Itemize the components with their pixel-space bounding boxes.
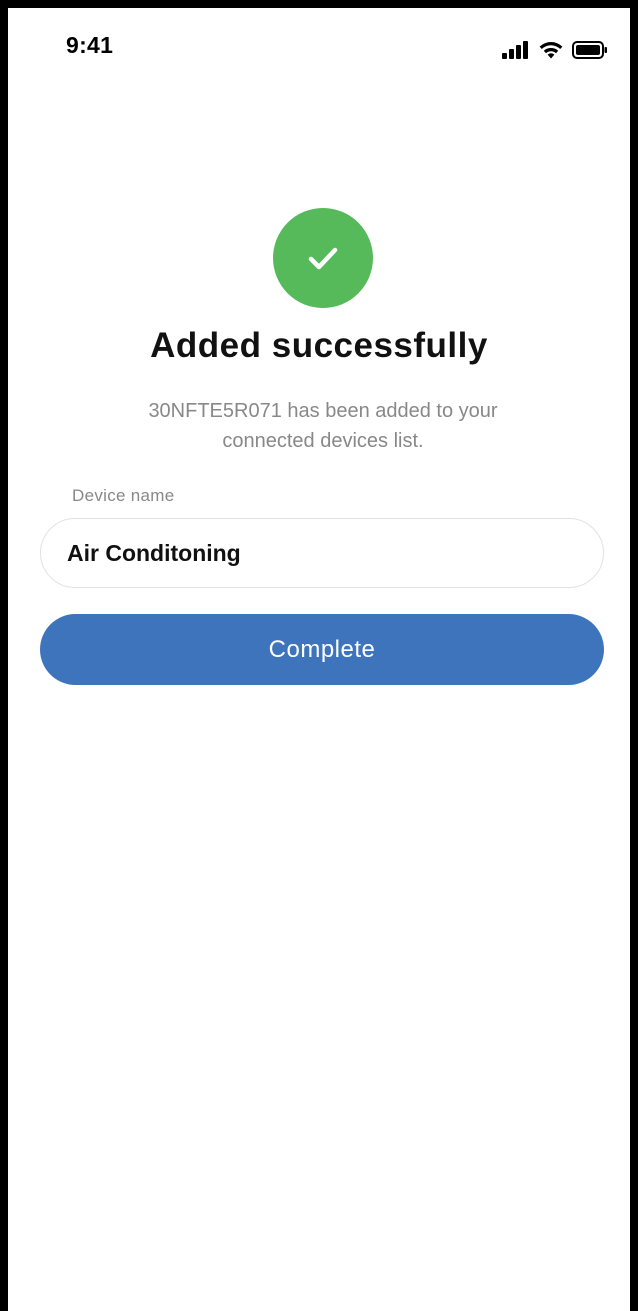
signal-icon xyxy=(502,41,528,59)
wifi-icon xyxy=(539,42,563,59)
status-bar: 9:41 xyxy=(8,8,630,78)
status-time: 9:41 xyxy=(66,32,114,58)
success-title: Added successfully xyxy=(150,326,488,365)
success-check-icon xyxy=(273,208,373,308)
phone-screen: 9:41 Added successfully 30NFTE5R071 has … xyxy=(0,0,638,1311)
status-icons xyxy=(502,38,608,62)
success-description: 30NFTE5R071 has been added to your conne… xyxy=(148,400,498,452)
check-icon xyxy=(308,247,338,270)
battery-icon xyxy=(572,41,607,59)
complete-button[interactable]: Complete xyxy=(40,614,604,685)
device-name-input[interactable] xyxy=(40,518,604,588)
device-name-label: Device name xyxy=(72,486,175,505)
